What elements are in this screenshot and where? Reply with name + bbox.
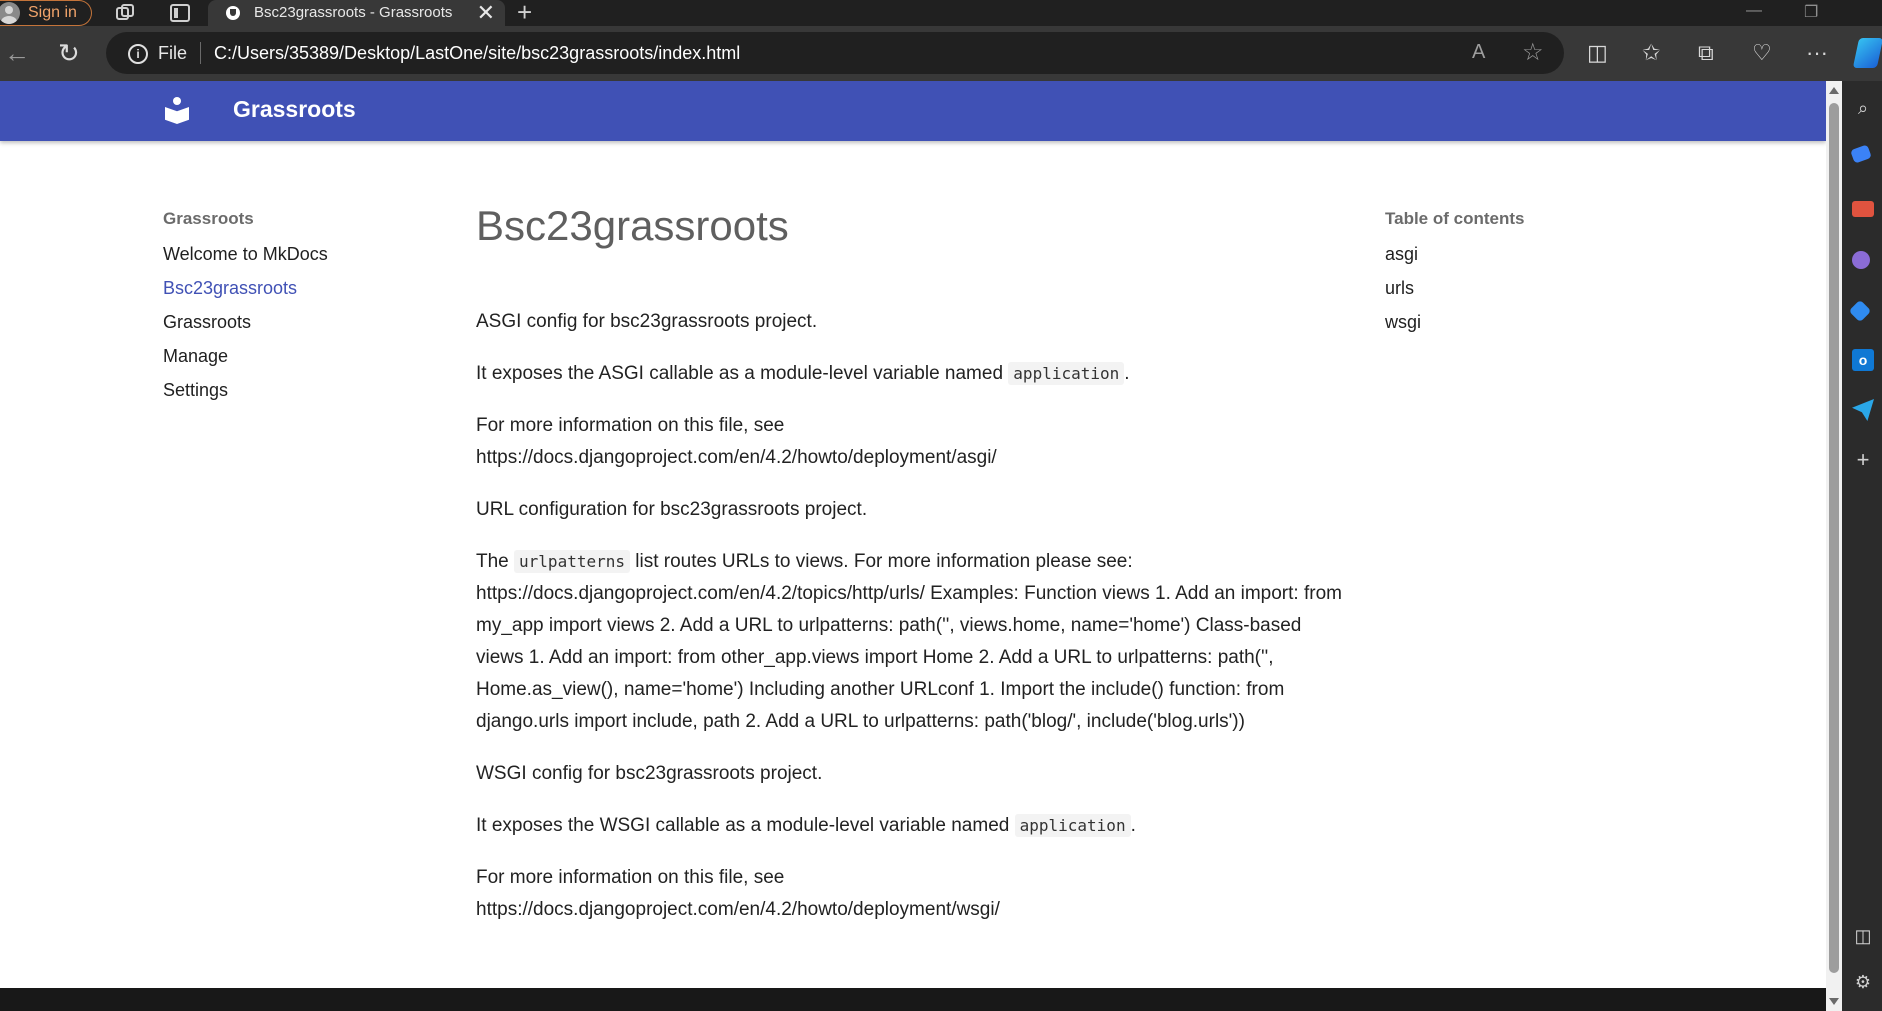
wsgi-summary: WSGI config for bsc23grassroots project. xyxy=(476,763,823,784)
split-screen-sidebar-icon[interactable]: ◫ xyxy=(1852,925,1874,947)
tab-favicon-icon xyxy=(226,6,240,20)
tab-close-icon[interactable]: ✕ xyxy=(477,0,495,26)
search-icon[interactable]: ⌕ xyxy=(1852,97,1874,119)
wsgi-description: It exposes the WSGI callable as a module… xyxy=(476,814,1136,837)
nav-item-settings[interactable]: Settings xyxy=(163,378,443,412)
site-header: Grassroots xyxy=(0,81,1826,141)
collections-icon[interactable]: ⧉ xyxy=(1698,38,1714,68)
outlook-icon[interactable]: o xyxy=(1852,349,1874,371)
active-tab[interactable]: Bsc23grassroots - Grassroots ✕ xyxy=(208,0,505,26)
code-application: application xyxy=(1014,814,1131,837)
scroll-up-icon[interactable] xyxy=(1829,87,1839,94)
favorites-icon[interactable]: ✩ xyxy=(1642,38,1660,68)
page-title: Bsc23grassroots xyxy=(476,202,789,249)
minimize-icon[interactable]: — xyxy=(1746,2,1762,20)
settings-icon[interactable]: ⚙ xyxy=(1852,971,1874,993)
nav-item-grassroots[interactable]: Grassroots xyxy=(163,310,443,344)
primary-navigation: Grassroots Welcome to MkDocs Bsc23grassr… xyxy=(163,209,443,412)
wsgi-more-info: For more information on this file, see ht… xyxy=(476,867,1000,920)
sign-in-label: Sign in xyxy=(28,4,77,21)
wsgi-docs-url: https://docs.djangoproject.com/en/4.2/ho… xyxy=(476,899,1000,920)
site-name[interactable]: Grassroots xyxy=(233,96,356,123)
address-bar[interactable]: i File C:/Users/35389/Desktop/LastOne/si… xyxy=(106,32,1564,74)
browser-tab-bar: Sign in Bsc23grassroots - Grassroots ✕ +… xyxy=(0,0,1882,26)
asgi-summary: ASGI config for bsc23grassroots project. xyxy=(476,311,818,332)
edge-sidebar: ⌕ o + ◫ ⚙ xyxy=(1842,81,1882,1011)
code-application: application xyxy=(1008,362,1125,385)
page-scrollbar[interactable] xyxy=(1826,81,1842,1011)
asgi-more-info: For more information on this file, see ht… xyxy=(476,415,997,468)
browser-essentials-icon[interactable]: ♡ xyxy=(1752,38,1772,68)
tab-title: Bsc23grassroots - Grassroots xyxy=(254,4,453,21)
asgi-docs-url: https://docs.djangoproject.com/en/4.2/ho… xyxy=(476,447,997,468)
nav-title: Grassroots xyxy=(163,209,254,228)
toc-item-asgi[interactable]: asgi xyxy=(1385,242,1685,276)
copilot-icon[interactable] xyxy=(1852,38,1882,68)
new-tab-icon[interactable]: + xyxy=(517,0,532,25)
scrollbar-thumb[interactable] xyxy=(1829,103,1839,973)
profile-avatar-icon xyxy=(0,2,20,24)
favorite-star-icon[interactable]: ☆ xyxy=(1522,38,1544,67)
asgi-description: It exposes the ASGI callable as a module… xyxy=(476,362,1130,385)
vertical-tabs-icon[interactable] xyxy=(170,4,190,22)
toc-title: Table of contents xyxy=(1385,209,1525,228)
tag-icon[interactable] xyxy=(1850,144,1872,164)
toc-item-wsgi[interactable]: wsgi xyxy=(1385,310,1685,344)
back-icon[interactable]: ← xyxy=(4,38,30,68)
site-info-icon[interactable]: i xyxy=(128,44,148,64)
people-icon[interactable] xyxy=(1852,251,1870,269)
urls-description: The urlpatterns list routes URLs to view… xyxy=(476,550,1342,732)
code-urlpatterns: urlpatterns xyxy=(514,550,630,573)
copilot-sidebar-icon[interactable] xyxy=(1848,299,1872,323)
browser-toolbar: ← ↻ i File C:/Users/35389/Desktop/LastOn… xyxy=(0,26,1882,81)
page-viewport: Grassroots Grassroots Welcome to MkDocs … xyxy=(0,81,1826,988)
nav-item-manage[interactable]: Manage xyxy=(163,344,443,378)
more-options-icon[interactable]: ··· xyxy=(1806,38,1828,68)
sign-in-button[interactable]: Sign in xyxy=(0,0,92,26)
reload-icon[interactable]: ↻ xyxy=(58,38,80,68)
url-text[interactable]: C:/Users/35389/Desktop/LastOne/site/bsc2… xyxy=(214,43,740,64)
table-of-contents: Table of contents asgi urls wsgi xyxy=(1385,209,1685,344)
scroll-down-icon[interactable] xyxy=(1829,998,1839,1005)
address-separator xyxy=(200,42,201,64)
split-screen-icon[interactable]: ◫ xyxy=(1587,38,1608,68)
site-logo-icon[interactable] xyxy=(165,97,189,125)
url-scheme: File xyxy=(158,43,188,63)
main-content: Bsc23grassroots ASGI config for bsc23gra… xyxy=(476,201,1346,946)
shopping-icon[interactable] xyxy=(1852,201,1874,217)
maximize-icon[interactable]: ❐ xyxy=(1804,2,1818,22)
read-aloud-icon[interactable]: A xyxy=(1472,41,1485,64)
toc-item-urls[interactable]: urls xyxy=(1385,276,1685,310)
workspaces-icon[interactable] xyxy=(116,4,136,22)
page-footer xyxy=(0,988,1826,1011)
add-icon[interactable]: + xyxy=(1852,449,1874,471)
urls-summary: URL configuration for bsc23grassroots pr… xyxy=(476,499,868,520)
nav-item-welcome[interactable]: Welcome to MkDocs xyxy=(163,242,443,276)
nav-item-bsc23grassroots[interactable]: Bsc23grassroots xyxy=(163,276,443,310)
send-icon[interactable] xyxy=(1852,399,1874,421)
